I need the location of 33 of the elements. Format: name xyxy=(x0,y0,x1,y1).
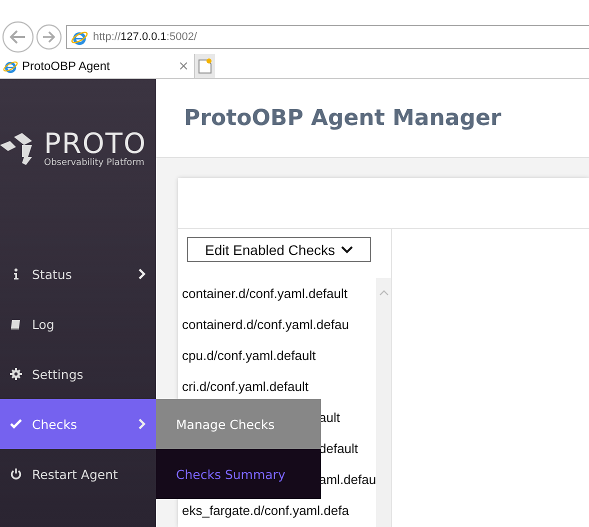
logo-name: PROTO xyxy=(44,130,147,158)
forward-button[interactable] xyxy=(36,24,62,50)
back-button[interactable] xyxy=(2,21,34,53)
dropdown-button[interactable]: Edit Enabled Checks xyxy=(187,237,371,262)
submenu-item[interactable]: Checks Summary xyxy=(156,449,321,499)
sidebar-item[interactable]: Log xyxy=(0,299,156,349)
scrollbar[interactable] xyxy=(376,278,391,527)
page-title: ProtoOBP Agent Manager xyxy=(184,106,502,130)
check-icon xyxy=(10,418,22,430)
check-file-item[interactable]: aml.defau xyxy=(319,471,376,488)
book-icon xyxy=(10,318,22,330)
scroll-up-icon xyxy=(378,290,389,296)
check-file-item[interactable]: eks_fargate.d/conf.yaml.defa xyxy=(182,502,349,519)
browser-logo-icon xyxy=(3,58,18,74)
chevron-down-icon xyxy=(340,246,353,254)
gear-icon xyxy=(10,368,22,380)
sidebar-item[interactable]: Settings xyxy=(0,349,156,399)
power-icon xyxy=(10,468,22,480)
check-file-item[interactable]: cri.d/conf.yaml.default xyxy=(182,378,308,395)
tab-close-button[interactable]: × xyxy=(178,58,194,74)
url-text: http://127.0.0.1:5002/ xyxy=(93,31,197,43)
sidebar-item[interactable]: Restart Agent xyxy=(0,449,156,499)
logo-tagline: Observability Platform xyxy=(44,158,146,168)
check-file-item[interactable]: cpu.d/conf.yaml.default xyxy=(182,347,316,364)
check-file-item[interactable]: containerd.d/conf.yaml.defau xyxy=(182,316,349,333)
submenu-item[interactable]: Manage Checks xyxy=(156,399,321,449)
new-page-icon xyxy=(198,58,212,74)
tab-title: ProtoOBP Agent xyxy=(22,59,111,73)
sidebar-item[interactable]: Status xyxy=(0,249,156,299)
address-bar[interactable]: http://127.0.0.1:5002/ xyxy=(66,25,589,49)
new-tab-button[interactable] xyxy=(195,54,215,78)
sidebar-item[interactable]: Checks xyxy=(0,399,156,449)
check-file-item[interactable]: container.d/conf.yaml.default xyxy=(182,285,348,302)
